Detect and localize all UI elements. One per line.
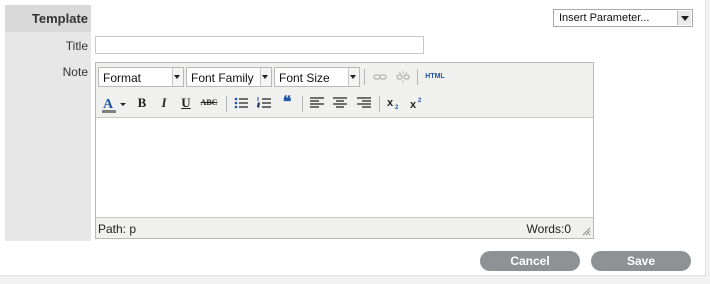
svg-text:x: x <box>410 99 417 110</box>
font-color-button[interactable]: A <box>100 93 128 113</box>
svg-text:A: A <box>103 97 114 112</box>
italic-button[interactable]: I <box>154 93 174 113</box>
html-source-button[interactable]: HTML <box>422 67 448 87</box>
svg-text:2: 2 <box>418 98 422 104</box>
unlink-icon[interactable] <box>393 67 413 87</box>
section-title: Template <box>31 11 88 26</box>
title-input[interactable] <box>95 36 424 54</box>
format-dropdown[interactable]: Format <box>98 67 184 87</box>
chevron-down-icon <box>172 68 183 86</box>
template-panel: Template Insert Parameter... Title Note … <box>0 0 706 276</box>
editor-toolbar: Format Font Family Font Size HTML A B I … <box>96 63 593 118</box>
align-right-icon[interactable] <box>354 93 374 113</box>
format-dropdown-label: Format <box>103 71 142 85</box>
insert-parameter-label: Insert Parameter... <box>559 12 650 24</box>
toolbar-separator <box>226 96 227 112</box>
svg-text:x: x <box>387 97 394 109</box>
chevron-down-icon <box>260 68 271 86</box>
bold-button[interactable]: B <box>132 93 152 113</box>
element-path: Path: p <box>98 222 137 236</box>
bullet-list-icon[interactable] <box>231 93 251 113</box>
toolbar-separator <box>302 96 303 112</box>
toolbar-separator <box>364 69 365 85</box>
font-family-dropdown[interactable]: Font Family <box>186 67 272 87</box>
note-editor: Format Font Family Font Size HTML A B I … <box>95 62 594 239</box>
insert-parameter-select[interactable]: Insert Parameter... <box>553 9 693 27</box>
cancel-button[interactable]: Cancel <box>480 251 580 271</box>
subscript-icon[interactable]: x2 <box>384 93 404 113</box>
font-size-dropdown[interactable]: Font Size <box>274 67 360 87</box>
numbered-list-icon[interactable] <box>254 93 274 113</box>
toolbar-separator <box>417 69 418 85</box>
note-content-area[interactable] <box>96 118 593 218</box>
chevron-down-icon <box>348 68 359 86</box>
chevron-down-icon[interactable] <box>677 11 691 25</box>
align-left-icon[interactable] <box>307 93 327 113</box>
resize-grip-icon[interactable] <box>581 226 591 236</box>
superscript-icon[interactable]: x2 <box>407 93 427 113</box>
font-family-dropdown-label: Font Family <box>191 71 254 85</box>
underline-button[interactable]: U <box>176 93 196 113</box>
strikethrough-button[interactable]: ABC <box>199 93 219 113</box>
svg-text:2: 2 <box>395 105 399 110</box>
font-size-dropdown-label: Font Size <box>279 71 330 85</box>
note-label: Note <box>62 65 88 79</box>
title-label: Title <box>65 39 88 53</box>
link-icon[interactable] <box>370 67 390 87</box>
editor-status-bar: Path: p Words:0 <box>96 217 593 238</box>
blockquote-icon[interactable]: ❝ <box>277 93 297 113</box>
save-button[interactable]: Save <box>591 251 691 271</box>
word-count: Words:0 <box>526 222 571 236</box>
toolbar-separator <box>379 96 380 112</box>
align-center-icon[interactable] <box>330 93 350 113</box>
